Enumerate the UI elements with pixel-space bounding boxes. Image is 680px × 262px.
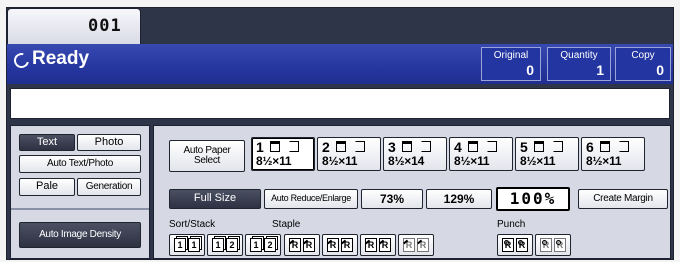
tray-number: 2 <box>322 139 330 155</box>
image-quality-panel: Text Photo Auto Text/Photo Pale Generati… <box>10 125 150 259</box>
paper-tray-5-button[interactable]: 5 8½×11 <box>515 137 579 171</box>
tray-size: 8½×11 <box>520 154 556 168</box>
staple-icon: R <box>327 238 339 252</box>
staple-icon: R <box>365 238 377 252</box>
enlarge-129-button[interactable]: 129% <box>426 189 492 209</box>
text-mode-button[interactable]: Text <box>19 134 75 151</box>
paper-stack-icon <box>534 141 544 152</box>
job-number: 001 <box>88 16 122 36</box>
tray-size: 8½×11 <box>454 154 490 168</box>
tray-number: 5 <box>520 139 528 155</box>
paper-tray-4-button[interactable]: 4 8½×11 <box>449 137 513 171</box>
punch-top-button[interactable]: R R <box>535 234 571 256</box>
staple-label: Staple <box>272 219 301 230</box>
tray-size: 8½×11 <box>322 154 358 168</box>
copy-settings-panel: Auto Paper Select 1 8½×11 2 8½×11 3 8½×1… <box>153 125 671 259</box>
paper-orientation-icon <box>487 141 497 152</box>
staple-top-left-rotated-button[interactable]: R R <box>322 234 358 256</box>
paper-orientation-icon <box>553 141 563 152</box>
staple-icon: R <box>289 238 301 252</box>
paper-tray-2-button[interactable]: 2 8½×11 <box>317 137 381 171</box>
paper-tray-3-button[interactable]: 3 8½×14 <box>383 137 447 171</box>
paper-tray-6-button[interactable]: 6 8½×11 <box>581 137 645 171</box>
paper-tray-1-button[interactable]: 1 8½×11 <box>251 137 315 171</box>
paper-orientation-icon <box>289 141 299 152</box>
paper-orientation-icon <box>421 141 431 152</box>
paper-stack-icon <box>336 141 346 152</box>
rotate-sort-icon: 1 <box>212 238 224 252</box>
paper-orientation-icon <box>619 141 629 152</box>
paper-stack-icon <box>270 141 280 152</box>
reduce-73-button[interactable]: 73% <box>361 189 423 209</box>
paper-stack-icon <box>468 141 478 152</box>
staple-two-top-button[interactable]: R R <box>398 234 434 256</box>
tray-number: 3 <box>388 139 396 155</box>
status-band: Ready Original 0 Quantity 1 Copy 0 <box>7 44 673 84</box>
staple-icon: R <box>417 238 429 252</box>
full-size-button[interactable]: Full Size <box>169 189 261 209</box>
punch-icon: R <box>540 238 552 252</box>
paper-orientation-icon <box>355 141 365 152</box>
rotate-sort-icon: 2 <box>226 238 238 252</box>
tray-size: 8½×11 <box>256 154 292 168</box>
original-value: 0 <box>526 62 534 78</box>
staple-top-left-button[interactable]: R R <box>284 234 320 256</box>
staple-icon: R <box>403 238 415 252</box>
punch-icon: R <box>554 238 566 252</box>
auto-reduce-enlarge-button[interactable]: Auto Reduce/Enlarge <box>264 189 358 209</box>
staple-icon: R <box>379 238 391 252</box>
message-area <box>10 88 670 119</box>
quantity-counter: Quantity 1 <box>547 47 611 81</box>
stack-icon: 1 <box>250 238 262 252</box>
panel-divider <box>11 208 149 210</box>
pale-mode-button[interactable]: Pale <box>19 178 75 196</box>
auto-paper-select-button[interactable]: Auto Paper Select <box>169 140 245 172</box>
tray-number: 4 <box>454 139 462 155</box>
original-counter: Original 0 <box>481 47 541 81</box>
punch-icon: R <box>516 238 528 252</box>
sort-icon: 1 <box>188 238 200 252</box>
auto-text-photo-button[interactable]: Auto Text/Photo <box>19 155 141 173</box>
stack-icon: 2 <box>264 238 276 252</box>
rotate-sort-button[interactable]: 1 2 <box>207 234 243 256</box>
quantity-value: 1 <box>596 62 604 78</box>
photo-mode-button[interactable]: Photo <box>77 134 141 151</box>
copy-counter: Copy 0 <box>615 47 671 81</box>
tray-number: 6 <box>586 139 594 155</box>
stack-button[interactable]: 1 2 <box>245 234 281 256</box>
copier-screen: 001 Ready Original 0 Quantity 1 Copy 0 T… <box>6 7 674 260</box>
generation-mode-button[interactable]: Generation <box>77 178 141 196</box>
punch-label: Punch <box>497 219 526 230</box>
punch-left-button[interactable]: R R <box>497 234 533 256</box>
punch-icon: R <box>502 238 514 252</box>
paper-stack-icon <box>600 141 610 152</box>
ratio-display: 100% <box>496 187 570 211</box>
ready-status: Ready <box>32 48 90 69</box>
ready-circle-icon <box>11 50 32 71</box>
copy-value: 0 <box>656 62 664 78</box>
sort-stack-label: Sort/Stack <box>169 219 216 230</box>
quantity-label: Quantity <box>560 50 598 61</box>
tray-size: 8½×14 <box>388 154 425 168</box>
original-label: Original <box>493 50 529 61</box>
auto-image-density-button[interactable]: Auto Image Density <box>19 222 141 248</box>
sort-button[interactable]: 1 1 <box>169 234 205 256</box>
staple-icon: R <box>303 238 315 252</box>
copy-label: Copy <box>631 50 655 61</box>
create-margin-button[interactable]: Create Margin <box>578 189 668 209</box>
sort-icon: 1 <box>174 238 186 252</box>
top-bar <box>141 8 673 44</box>
paper-stack-icon <box>402 141 412 152</box>
job-tab[interactable]: 001 <box>7 8 141 44</box>
tray-size: 8½×11 <box>586 154 622 168</box>
staple-icon: R <box>341 238 353 252</box>
staple-two-left-button[interactable]: R R <box>360 234 396 256</box>
tray-number: 1 <box>256 139 264 155</box>
